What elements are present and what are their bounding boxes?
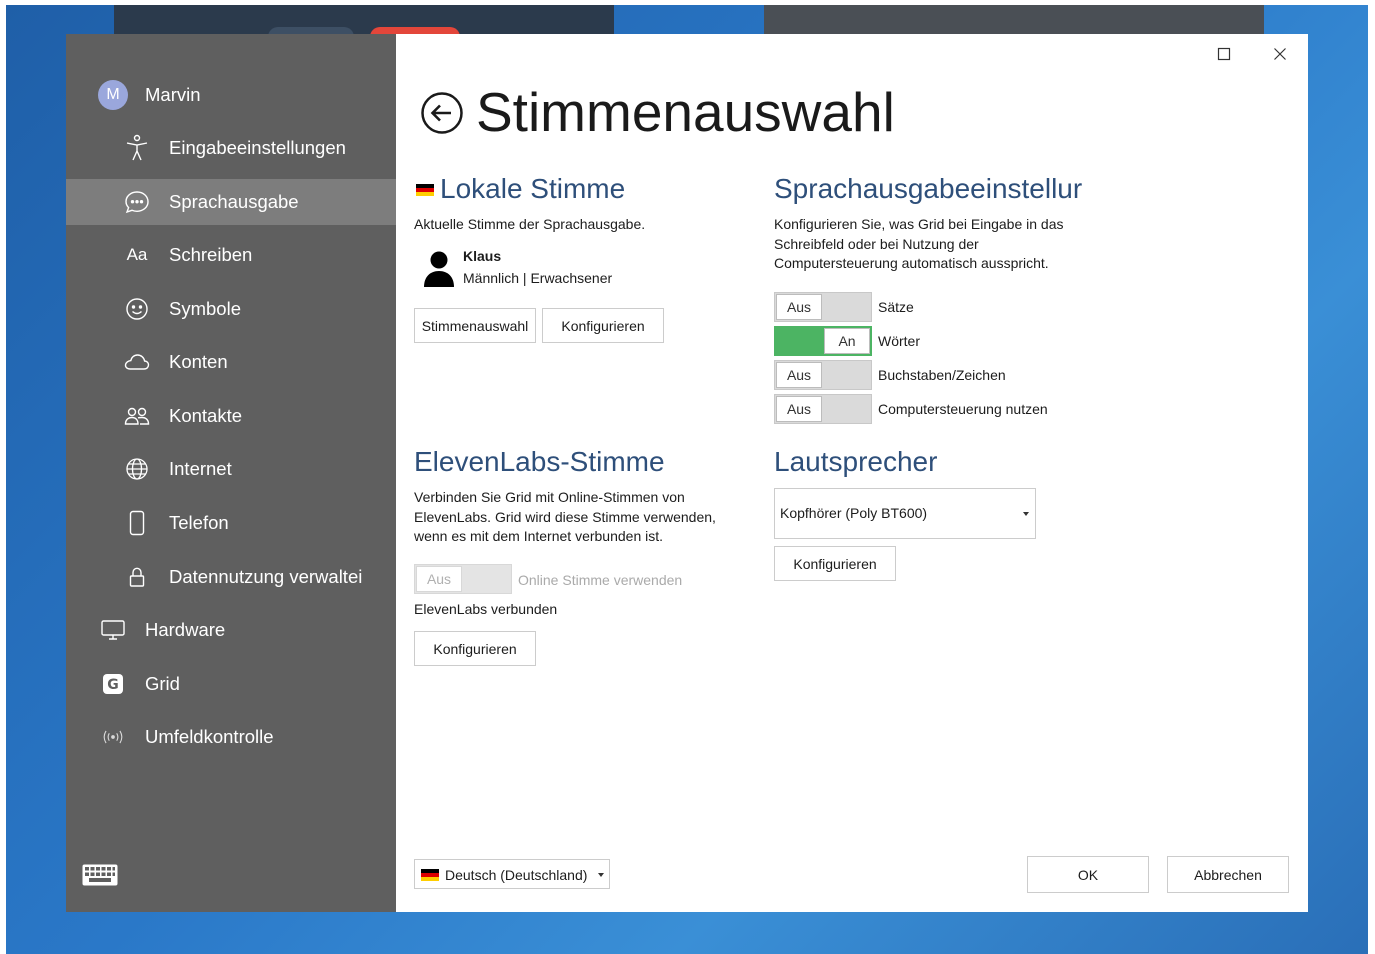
dropdown-arrow-icon xyxy=(1023,512,1029,516)
sidebar-item-eingabeeinstellungen[interactable]: Eingabeeinstellungen xyxy=(66,125,396,171)
smiley-icon xyxy=(124,296,150,322)
german-flag-icon xyxy=(416,184,434,196)
keyboard-icon[interactable] xyxy=(82,864,118,886)
elevenlabs-description: Verbinden Sie Grid mit Online-Stimmen vo… xyxy=(414,489,716,544)
sidebar-item-telefon[interactable]: Telefon xyxy=(66,500,396,546)
toggle-label: Computersteuerung nutzen xyxy=(878,401,1048,417)
toggle-saetze[interactable]: Aus xyxy=(774,292,872,322)
elevenlabs-configure-button[interactable]: Konfigurieren xyxy=(414,631,536,666)
sidebar-item-datennutzung[interactable]: Datennutzung verwaltei xyxy=(66,554,396,600)
toggle-online-voice[interactable]: Aus xyxy=(414,564,512,594)
main-panel: Stimmenauswahl Lokale Stimme Aktuelle St… xyxy=(396,34,1308,912)
speaker-heading: Lautsprecher xyxy=(774,446,938,477)
speech-bubble-icon xyxy=(124,189,150,215)
user-profile[interactable]: M Marvin xyxy=(66,72,396,118)
svg-text:G: G xyxy=(107,677,119,693)
settings-window: M Marvin Eingabeeinstellungen Sprachausg… xyxy=(66,34,1308,912)
sidebar-item-konten[interactable]: Konten xyxy=(66,339,396,385)
language-select-value: Deutsch (Deutschland) xyxy=(445,867,588,883)
text-aa-icon: Aa xyxy=(126,245,148,264)
local-voice-heading: Lokale Stimme xyxy=(440,173,626,204)
sidebar-item-label: Schreiben xyxy=(169,244,253,265)
cloud-icon xyxy=(124,349,150,375)
elevenlabs-heading: ElevenLabs-Stimme xyxy=(414,446,665,477)
grid-logo-icon: G xyxy=(100,671,126,697)
sidebar-item-label: Datennutzung verwaltei xyxy=(169,566,363,587)
wireless-icon xyxy=(100,724,126,750)
ok-button[interactable]: OK xyxy=(1027,856,1149,893)
user-name: Marvin xyxy=(145,84,201,105)
local-voice-configure-button[interactable]: Konfigurieren xyxy=(542,308,664,343)
german-flag-icon xyxy=(421,869,439,881)
toggle-state: Aus xyxy=(776,362,822,388)
sidebar-item-symbole[interactable]: Symbole xyxy=(66,286,396,332)
monitor-icon xyxy=(100,617,126,643)
arrow-left-circle-icon xyxy=(421,92,463,134)
sidebar-item-schreiben[interactable]: Aa Schreiben xyxy=(66,232,396,278)
toggle-label: Buchstaben/Zeichen xyxy=(878,367,1006,383)
speaker-select[interactable]: Kopfhörer (Poly BT600) xyxy=(774,488,1036,539)
dropdown-arrow-icon xyxy=(598,873,604,877)
voice-select-button[interactable]: Stimmenauswahl xyxy=(414,308,536,343)
local-voice-description: Aktuelle Stimme der Sprachausgabe. xyxy=(414,216,646,232)
toggle-state: Aus xyxy=(776,294,822,320)
sidebar-item-label: Konten xyxy=(169,351,228,372)
toggle-label: Online Stimme verwenden xyxy=(518,572,683,588)
back-button[interactable] xyxy=(420,91,464,135)
speaker-configure-button[interactable]: Konfigurieren xyxy=(774,546,896,581)
sidebar: M Marvin Eingabeeinstellungen Sprachausg… xyxy=(66,34,396,912)
sidebar-item-label: Grid xyxy=(145,673,180,694)
maximize-icon xyxy=(1217,47,1231,61)
speech-settings-description: Konfigurieren Sie, was Grid bei Eingabe … xyxy=(774,216,1064,271)
contacts-icon xyxy=(124,403,150,429)
sidebar-item-label: Internet xyxy=(169,458,232,479)
sidebar-item-kontakte[interactable]: Kontakte xyxy=(66,393,396,439)
toggle-label: Wörter xyxy=(878,333,920,349)
elevenlabs-status: ElevenLabs verbunden xyxy=(414,601,558,617)
toggle-state: Aus xyxy=(416,566,462,592)
maximize-button[interactable] xyxy=(1212,44,1236,64)
toggle-label: Sätze xyxy=(878,299,914,315)
language-select[interactable]: Deutsch (Deutschland) xyxy=(414,859,610,889)
sidebar-item-label: Symbole xyxy=(169,298,241,319)
page-title: Stimmenauswahl xyxy=(476,81,895,143)
close-icon xyxy=(1274,48,1286,60)
accessibility-icon xyxy=(124,134,150,161)
sidebar-item-label: Eingabeeinstellungen xyxy=(169,137,346,158)
speech-settings-heading: Sprachausgabeeinstellur xyxy=(774,173,1083,204)
avatar: M xyxy=(96,78,130,112)
sidebar-item-label: Hardware xyxy=(145,619,226,640)
sidebar-item-label: Umfeldkontrolle xyxy=(145,726,274,747)
avatar-initial: M xyxy=(98,80,128,110)
close-button[interactable] xyxy=(1268,44,1292,64)
toggle-state: An xyxy=(824,328,870,354)
globe-icon xyxy=(124,456,150,482)
sidebar-item-sprachausgabe[interactable]: Sprachausgabe xyxy=(66,179,396,225)
voice-meta: Männlich | Erwachsener xyxy=(463,270,613,286)
sidebar-item-umfeldkontrolle[interactable]: Umfeldkontrolle xyxy=(66,714,396,760)
sidebar-item-internet[interactable]: Internet xyxy=(66,446,396,492)
sidebar-item-hardware[interactable]: Hardware xyxy=(66,607,396,653)
toggle-state: Aus xyxy=(776,396,822,422)
person-icon xyxy=(422,250,456,288)
toggle-buchstaben[interactable]: Aus xyxy=(774,360,872,390)
cancel-button[interactable]: Abbrechen xyxy=(1167,856,1289,893)
toggle-woerter[interactable]: An xyxy=(774,326,872,356)
lock-icon xyxy=(124,564,150,590)
speaker-select-value: Kopfhörer (Poly BT600) xyxy=(780,505,928,521)
toggle-computersteuerung[interactable]: Aus xyxy=(774,394,872,424)
sidebar-item-label: Kontakte xyxy=(169,405,243,426)
sidebar-item-label: Sprachausgabe xyxy=(169,191,299,212)
sidebar-item-label: Telefon xyxy=(169,512,229,533)
voice-name: Klaus xyxy=(463,248,502,264)
phone-icon xyxy=(124,510,150,536)
sidebar-item-grid[interactable]: G Grid xyxy=(66,661,396,707)
